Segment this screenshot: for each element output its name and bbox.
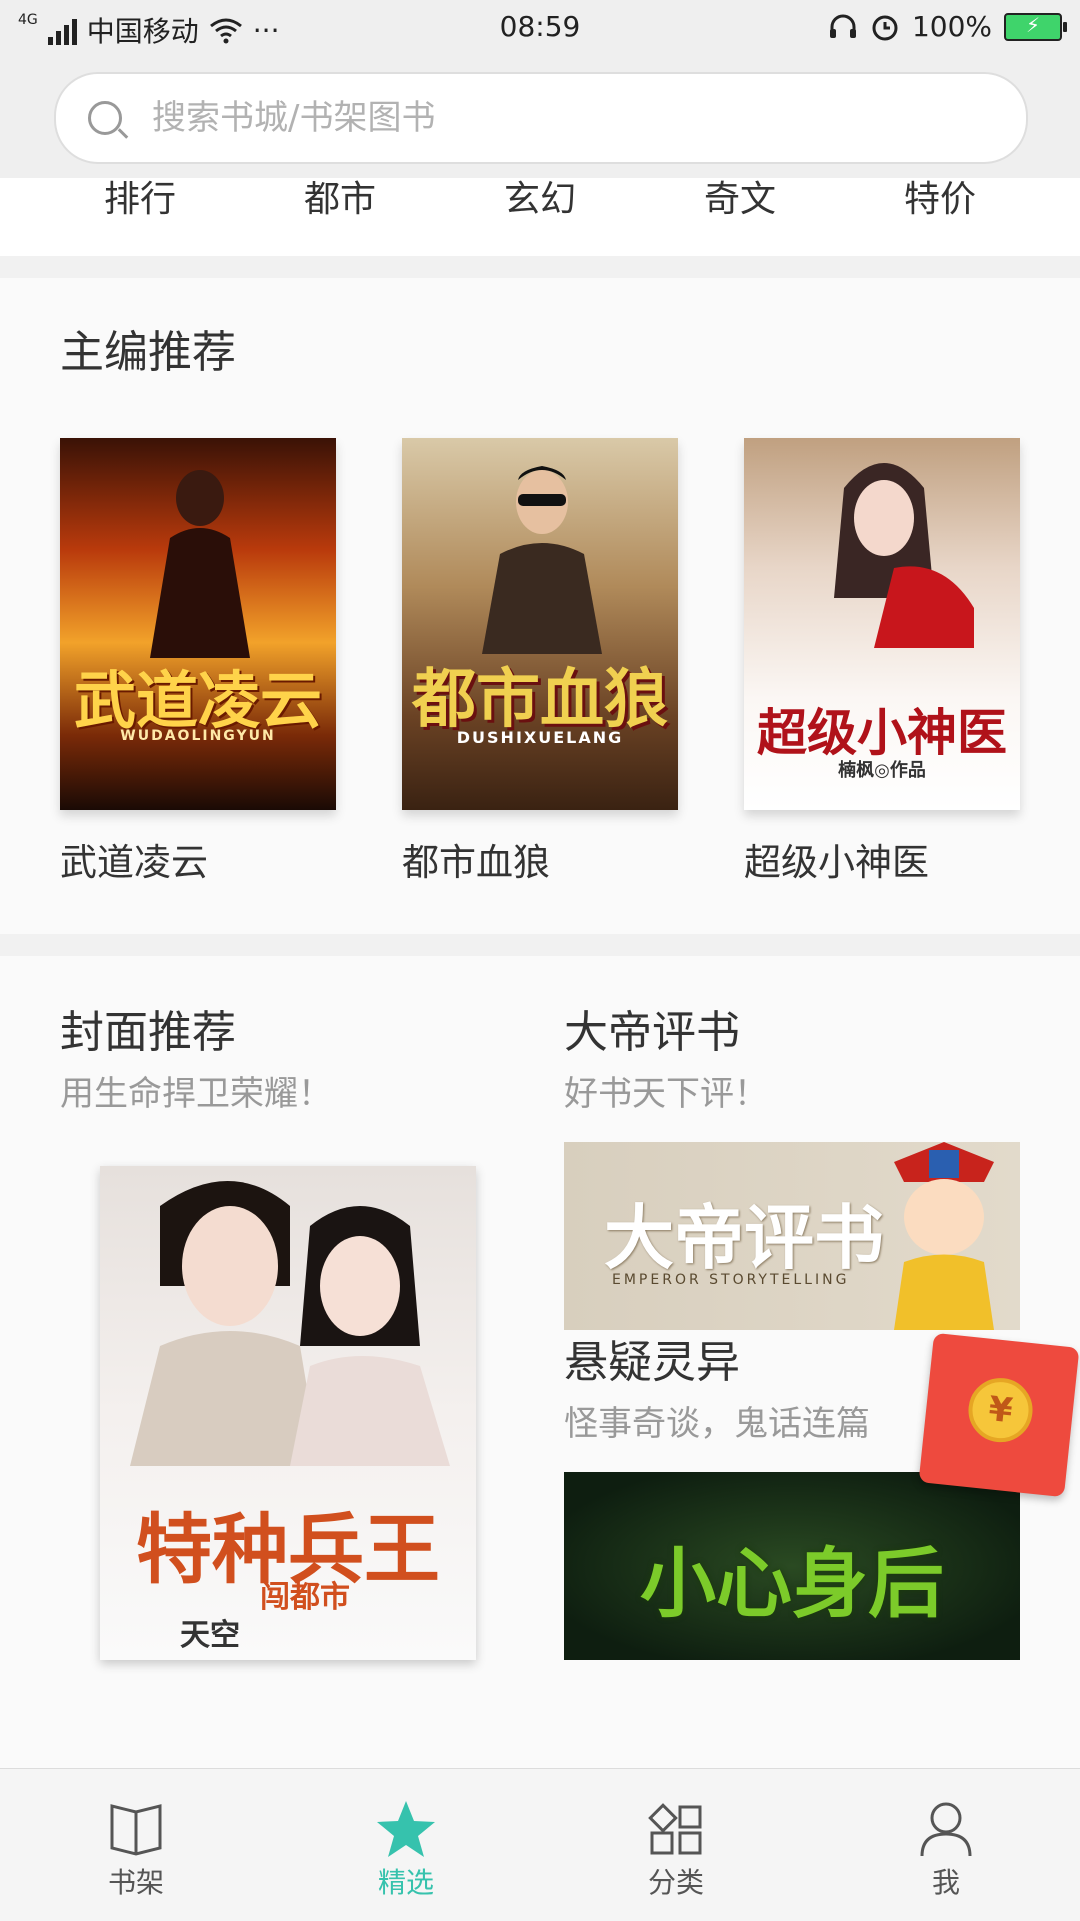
cover-figure-icon [130,1181,450,1466]
section-subtitle: 怪事奇谈，鬼话连篇 [564,1404,870,1444]
mystery-banner[interactable]: 小心身后 [564,1472,1020,1660]
cover-title: 超级小神医 [757,704,1007,762]
bottom-tab-bar: 书架 精选 分类 我 [0,1768,1080,1921]
cover-author: 天空 [180,1618,240,1653]
category-ranking[interactable]: 排行 [40,178,240,222]
tab-category[interactable]: 分类 [606,1799,746,1901]
cover-figure-icon [150,470,250,658]
section-title: 封面推荐 [60,1007,236,1058]
book-card[interactable]: 超级小神医 楠枫◎作品 超级小神医 [744,438,1020,886]
editor-picks-section: 主编推荐 武道凌云 WUDAOLINGYUN 武道凌云 都市血狼 DUSHIXU… [0,278,1080,934]
feature-book-cover[interactable]: 特种兵王 闯都市 天空 [100,1166,476,1660]
cover-subtitle: 闯都市 [260,1580,350,1615]
book-title: 武道凌云 [60,841,208,884]
banner-title: 大帝评书 [604,1197,884,1279]
search-icon [88,101,122,135]
divider [0,256,1080,278]
category-fantasy[interactable]: 玄幻 [440,178,640,222]
category-weird[interactable]: 奇文 [640,178,840,222]
battery-icon: ⚡ [1004,12,1067,41]
main-content[interactable]: 排行 都市 玄幻 奇文 特价 主编推荐 武道凌云 WUDAOLINGYUN 武道… [0,178,1080,1768]
headset-icon [829,14,856,38]
book-card[interactable]: 武道凌云 WUDAOLINGYUN 武道凌云 [60,438,336,886]
category-sale[interactable]: 特价 [840,178,1040,222]
search-bar [0,56,1080,178]
cover-subtitle: 楠枫◎作品 [838,760,926,781]
tab-bookshelf[interactable]: 书架 [66,1799,206,1901]
section-title: 大帝评书 [564,1007,740,1058]
tab-me[interactable]: 我 [876,1799,1016,1901]
coin-icon: ¥ [965,1374,1036,1446]
section-title: 悬疑灵异 [564,1337,740,1388]
book-title: 都市血狼 [402,841,550,884]
star-icon [377,1801,435,1857]
tab-label: 精选 [377,1866,434,1899]
tab-label: 书架 [107,1866,164,1899]
tab-featured[interactable]: 精选 [336,1799,476,1901]
cover-title: 武道凌云 [73,664,322,737]
search-input[interactable] [150,97,934,139]
user-icon [920,1802,972,1857]
banner-title: 小心身后 [640,1539,944,1628]
section-title: 主编推荐 [60,327,236,378]
book-card[interactable]: 都市血狼 DUSHIXUELANG 都市血狼 [402,438,678,886]
cover-title: 都市血狼 [412,663,668,737]
divider [0,934,1080,956]
cover-subtitle: DUSHIXUELANG [456,728,624,747]
status-bar: 4G 中国移动 ··· 08:59 100% ⚡ [0,0,1080,56]
section-subtitle: 好书天下评！ [564,1074,768,1114]
tab-label: 我 [931,1866,960,1899]
status-right: 100% ⚡ [828,10,1067,43]
book-title: 超级小神医 [744,841,929,884]
red-packet-button[interactable]: ¥ [918,1332,1080,1498]
search-box[interactable] [54,72,1028,164]
cover-figure-icon [482,466,602,654]
book-cover[interactable]: 武道凌云 WUDAOLINGYUN [60,438,336,810]
category-icon [648,1803,702,1855]
section-subtitle: 用生命捍卫荣耀！ [60,1074,332,1114]
cover-subtitle: WUDAOLINGYUN [120,728,276,744]
battery-percent: 100% [911,10,992,43]
dadi-banner[interactable]: 大帝评书 EMPEROR STORYTELLING [564,1142,1020,1330]
banner-subtitle: EMPEROR STORYTELLING [612,1272,850,1288]
cover-figure-icon [834,463,974,648]
category-row: 排行 都市 玄幻 奇文 特价 [0,178,1080,256]
book-cover[interactable]: 超级小神医 楠枫◎作品 [744,438,1020,810]
emperor-character-icon [894,1142,994,1330]
category-urban[interactable]: 都市 [240,178,440,222]
book-cover[interactable]: 都市血狼 DUSHIXUELANG [402,438,678,810]
alarm-icon [872,15,898,40]
tab-label: 分类 [647,1866,704,1899]
recommend-section: 封面推荐 用生命捍卫荣耀！ 特种兵王 闯都市 天空 大帝评书 好书天下评！ 大帝… [0,956,1080,1768]
book-open-icon [110,1804,162,1856]
